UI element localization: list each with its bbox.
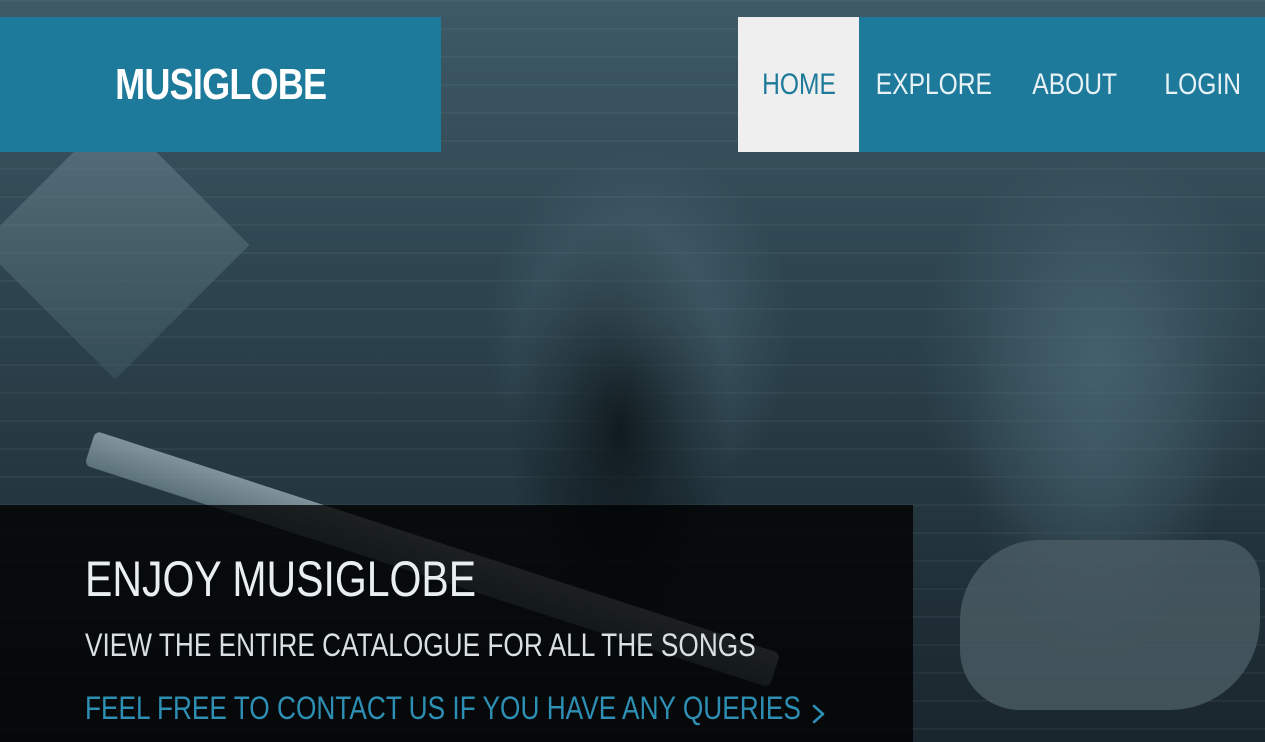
brand-logo[interactable]: MUSIGLOBE xyxy=(115,60,327,110)
nav-item-login[interactable]: LOGIN xyxy=(1140,17,1265,152)
contact-link[interactable]: FEEL FREE TO CONTACT US IF YOU HAVE ANY … xyxy=(85,690,801,727)
brand-logo-box[interactable]: MUSIGLOBE xyxy=(0,17,441,152)
main-nav: HOME EXPLORE ABOUT LOGIN xyxy=(738,17,1265,152)
nav-item-about[interactable]: ABOUT xyxy=(1009,17,1140,152)
nav-item-about-label: ABOUT xyxy=(1032,67,1117,101)
nav-item-home-label: HOME xyxy=(761,67,836,101)
hero-subtitle: VIEW THE ENTIRE CATALOGUE FOR ALL THE SO… xyxy=(85,627,756,663)
hero-caption-panel: ENJOY MUSIGLOBE VIEW THE ENTIRE CATALOGU… xyxy=(0,505,913,742)
nav-item-explore[interactable]: EXPLORE xyxy=(859,17,1009,152)
hero-title: ENJOY MUSIGLOBE xyxy=(85,551,477,607)
nav-item-login-label: LOGIN xyxy=(1164,67,1241,101)
nav-item-explore-label: EXPLORE xyxy=(875,67,993,101)
chevron-right-icon[interactable] xyxy=(808,699,830,729)
nav-item-home[interactable]: HOME xyxy=(738,17,859,152)
electric-guitar xyxy=(960,540,1260,710)
